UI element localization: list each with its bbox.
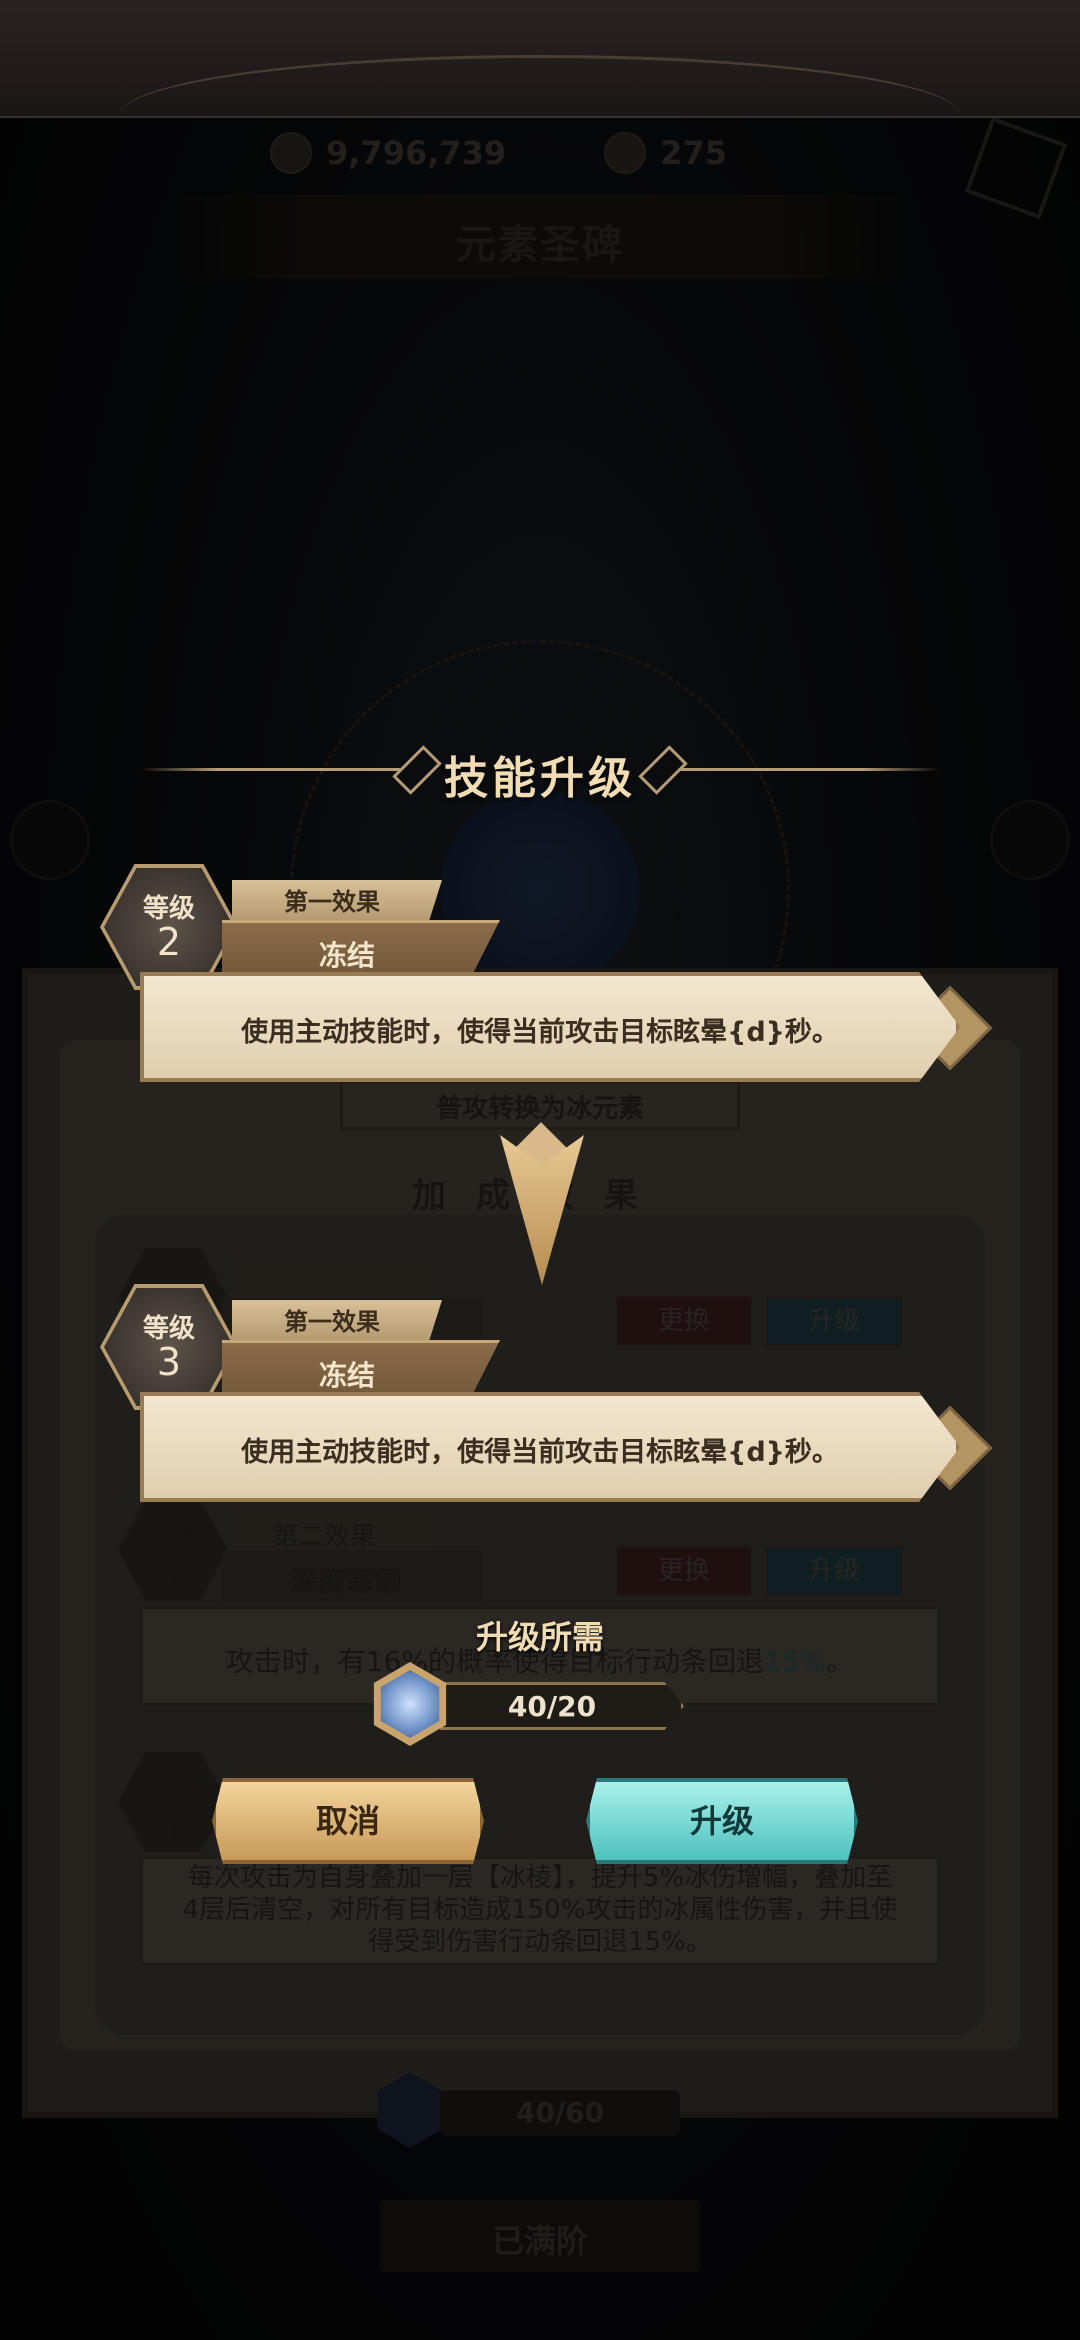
effect-description: 使用主动技能时，使得当前攻击目标眩晕{d}秒。 [241,1437,839,1468]
effect-tag-label: 第一效果 [284,888,380,916]
current-level-card: 等级 2 第一效果 冻结 使用主动技能时，使得当前攻击目标眩晕{d}秒。 [100,864,1000,1113]
requirement-title: 升级所需 [475,1618,604,1656]
confirm-upgrade-label: 升级 [689,1802,754,1840]
level-value: 3 [156,1340,182,1384]
dialog-title: 技能升级 [444,753,636,804]
requirement-progress-text: 40/20 [507,1690,597,1723]
cancel-button[interactable]: 取消 [212,1778,484,1864]
effect-tag-label: 第一效果 [284,1308,380,1336]
cancel-button-label: 取消 [315,1802,380,1840]
effect-name: 冻结 [318,1359,375,1392]
title-divider-right [680,768,940,771]
next-level-card: 等级 3 第一效果 冻结 使用主动技能时，使得当前攻击目标眩晕{d}秒。 [100,1284,1000,1533]
top-bar [0,0,1080,118]
effect-name: 冻结 [318,939,375,972]
effect-description: 使用主动技能时，使得当前攻击目标眩晕{d}秒。 [241,1017,839,1048]
confirm-upgrade-button[interactable]: 升级 [586,1778,858,1864]
level-value: 2 [156,920,182,964]
